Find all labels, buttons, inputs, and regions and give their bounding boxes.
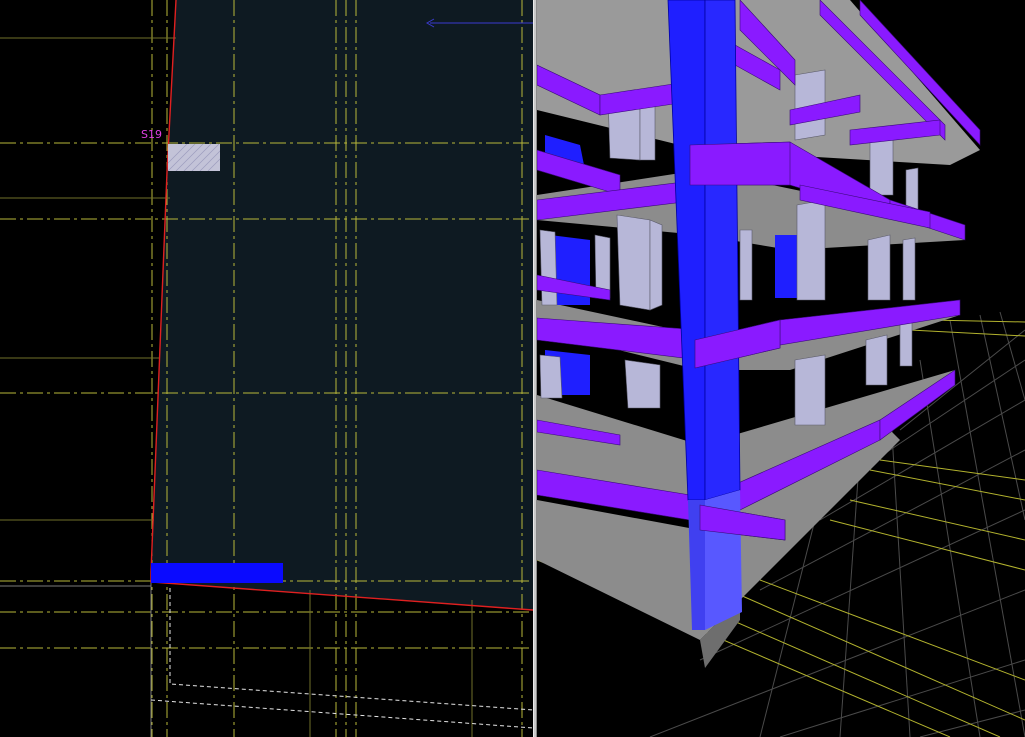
view3d-drawing[interactable] bbox=[537, 0, 1025, 737]
beam-selected[interactable] bbox=[151, 563, 283, 583]
column-tag-label: S19 bbox=[141, 128, 162, 141]
plan-drawing[interactable]: S19 bbox=[0, 0, 533, 737]
highlighted-column-face bbox=[704, 0, 741, 501]
slab-region[interactable] bbox=[151, 0, 533, 610]
plan-viewport[interactable]: S19 bbox=[0, 0, 533, 737]
structural-model-workspace: S19 bbox=[0, 0, 1025, 737]
view3d-viewport[interactable] bbox=[537, 0, 1025, 737]
beam-front-level-3[interactable] bbox=[689, 141, 791, 186]
